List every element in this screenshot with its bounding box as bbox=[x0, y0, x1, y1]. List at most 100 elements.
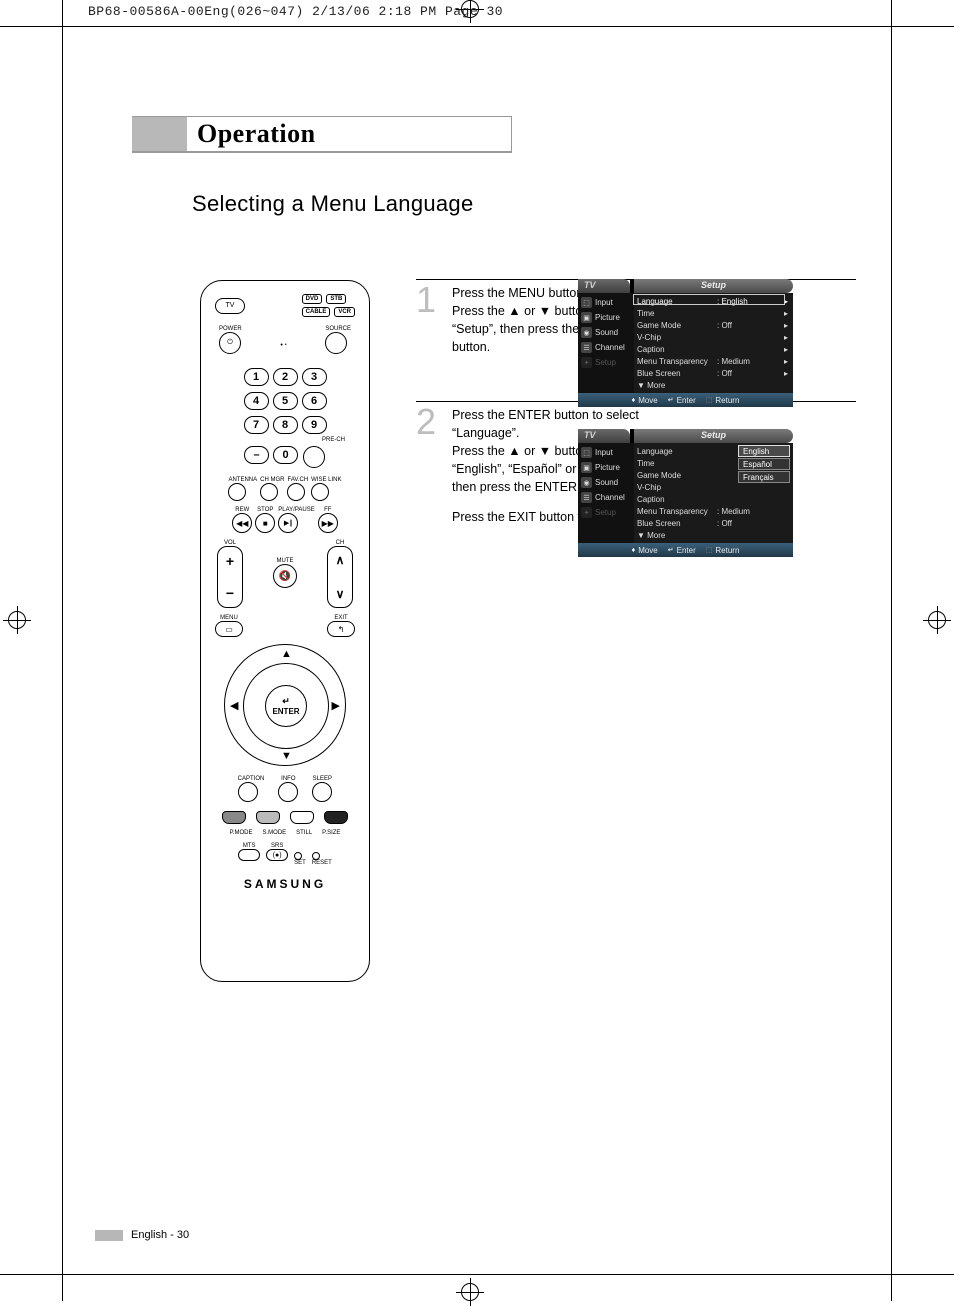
dpad-left-icon: ◀ bbox=[230, 699, 238, 712]
osd1-caption: Caption bbox=[637, 345, 717, 354]
reset-button bbox=[312, 852, 320, 860]
osd1-bluescreen-v: : Off bbox=[717, 369, 767, 378]
section-title: Operation bbox=[187, 119, 316, 149]
osd1-tv: TV bbox=[578, 279, 630, 293]
red-button bbox=[222, 811, 246, 824]
mute-label: MUTE bbox=[273, 558, 297, 564]
osd1-game-v: : Off bbox=[717, 321, 767, 330]
caption-label: CAPTION bbox=[238, 776, 265, 782]
ch-down-icon: ∨ bbox=[336, 587, 345, 601]
osd1-bluescreen: Blue Screen bbox=[637, 369, 717, 378]
num-1: 1 bbox=[244, 368, 269, 386]
set-label: SET bbox=[294, 860, 306, 866]
osd1-menutrans: Menu Transparency bbox=[637, 357, 717, 366]
channel-rocker: ∧∨ bbox=[327, 546, 353, 608]
sleep-label: SLEEP bbox=[312, 776, 332, 782]
picture-icon: ▣ bbox=[581, 462, 592, 473]
osd2-footer: ♦Move ↵Enter ⬚Return bbox=[578, 543, 793, 557]
wiselink-label: WISE LINK bbox=[311, 477, 341, 483]
mts-label: MTS bbox=[238, 843, 260, 849]
arrow-icon: ▸ bbox=[784, 297, 790, 306]
info-button bbox=[278, 782, 298, 802]
remote-tv-button: TV bbox=[215, 298, 245, 314]
osd2-caption: Caption bbox=[637, 495, 717, 504]
menu-button: ▭ bbox=[215, 621, 243, 637]
osd1-vchip: V-Chip bbox=[637, 333, 717, 342]
osd2-time: Time bbox=[637, 459, 717, 468]
srs-button: (●) bbox=[266, 849, 288, 861]
osd2-channel: Channel bbox=[595, 493, 625, 502]
brand-logo: SAMSUNG bbox=[244, 877, 326, 891]
input-icon: ⬚ bbox=[581, 447, 592, 458]
dpad-right-icon: ▶ bbox=[332, 699, 340, 712]
osd2-sidebar: ⬚Input ▣Picture ◉Sound ☰Channel ✦Setup bbox=[578, 443, 634, 543]
osd1-setup: Setup bbox=[595, 358, 616, 367]
language-dropdown: English Español Français bbox=[738, 445, 790, 484]
exit-button: ↰ bbox=[327, 621, 355, 637]
remote-diagram: TV DVDSTB CABLEVCR POWER⏻ •• SOURCE 123 … bbox=[200, 280, 370, 982]
sound-icon: ◉ bbox=[581, 327, 592, 338]
osd2-bluescreen-v: : Off bbox=[717, 519, 767, 528]
stop-icon: ■ bbox=[255, 513, 275, 533]
osd2-content: Language Time Game Mode V-Chip Caption M… bbox=[634, 443, 793, 543]
num-0: 0 bbox=[273, 446, 298, 464]
osd1-game: Game Mode bbox=[637, 321, 717, 330]
set-button bbox=[294, 852, 302, 860]
input-icon: ⬚ bbox=[581, 297, 592, 308]
osd2-input: Input bbox=[595, 448, 613, 457]
banner-accent bbox=[132, 117, 187, 151]
osd-screenshot-1: TV Setup ⬚Input ▣Picture ◉Sound ☰Channel… bbox=[578, 279, 793, 407]
channel-icon: ☰ bbox=[581, 342, 592, 353]
num-7: 7 bbox=[244, 416, 269, 434]
remote-dvd-button: DVD bbox=[302, 294, 323, 304]
mute-icon: 🔇 bbox=[273, 564, 297, 588]
still-label: STILL bbox=[296, 830, 312, 836]
rew-icon: ◀◀ bbox=[232, 513, 252, 533]
num-4: 4 bbox=[244, 392, 269, 410]
footer-page-num: 30 bbox=[177, 1229, 189, 1241]
dpad-up-icon: ▲ bbox=[281, 648, 292, 660]
vol-up-icon: + bbox=[226, 553, 234, 569]
remote-vcr-button: VCR bbox=[334, 307, 355, 317]
power-label: POWER bbox=[219, 326, 242, 332]
osd2-language: Language bbox=[637, 447, 717, 456]
step-2-number: 2 bbox=[416, 406, 442, 527]
srs-label: SRS bbox=[266, 843, 288, 849]
return-icon: ⬚ bbox=[706, 546, 713, 554]
play-icon: ▶∥ bbox=[278, 513, 298, 533]
enter-icon: ↵ bbox=[668, 396, 674, 404]
osd2-title: Setup bbox=[634, 429, 793, 443]
num-9: 9 bbox=[302, 416, 327, 434]
page-footer: English - 30 bbox=[95, 1229, 189, 1241]
page-subtitle: Selecting a Menu Language bbox=[192, 191, 474, 217]
osd1-menutrans-v: : Medium bbox=[717, 357, 767, 366]
osd2-menutrans: Menu Transparency bbox=[637, 507, 717, 516]
osd2-move: Move bbox=[638, 546, 658, 555]
rew-label: REW bbox=[232, 507, 252, 513]
osd1-sound: Sound bbox=[595, 328, 618, 337]
psize-label: P.SIZE bbox=[322, 830, 340, 836]
sleep-button bbox=[312, 782, 332, 802]
ff-label: FF bbox=[318, 507, 338, 513]
favch-label: FAV.CH bbox=[287, 477, 308, 483]
osd1-language-v: : English bbox=[717, 297, 767, 306]
osd2-setup: Setup bbox=[595, 508, 616, 517]
lang-espanol: Español bbox=[738, 458, 790, 470]
yellow-button bbox=[290, 811, 314, 824]
ch-up-icon: ∧ bbox=[336, 553, 345, 567]
osd1-time: Time bbox=[637, 309, 717, 318]
favch-button bbox=[287, 483, 305, 501]
num-5: 5 bbox=[273, 392, 298, 410]
prech-label: PRE-CH bbox=[322, 437, 345, 443]
vol-down-icon: − bbox=[226, 585, 234, 601]
setup-icon: ✦ bbox=[581, 507, 592, 518]
osd2-menutrans-v: : Medium bbox=[717, 507, 767, 516]
lang-francais: Français bbox=[738, 471, 790, 483]
step-1-number: 1 bbox=[416, 284, 442, 357]
osd1-picture: Picture bbox=[595, 313, 620, 322]
num-dash: – bbox=[244, 446, 269, 464]
pmode-label: P.MODE bbox=[230, 830, 253, 836]
osd2-return: Return bbox=[715, 546, 739, 555]
osd1-content: Language: English▸ Time▸ Game Mode: Off▸… bbox=[634, 293, 793, 393]
chmgr-label: CH MGR bbox=[260, 477, 284, 483]
